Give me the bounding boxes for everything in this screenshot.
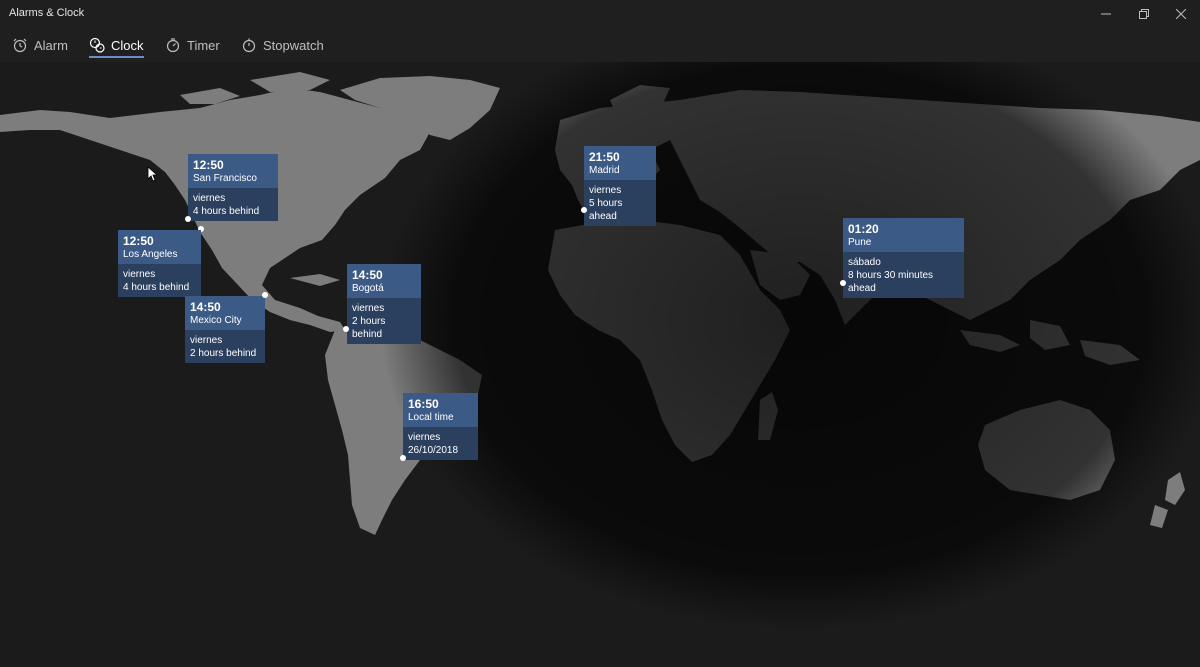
clock-time: 14:50 xyxy=(352,268,383,282)
clock-time: 21:50 xyxy=(589,150,620,164)
title-bar: Alarms & Clock xyxy=(0,0,1200,28)
clock-time: 16:50 xyxy=(408,397,439,411)
clock-offset: 2 hours behind xyxy=(190,348,257,359)
stopwatch-icon xyxy=(242,38,256,53)
clock-icon xyxy=(89,37,105,53)
clock-place: Local time xyxy=(408,412,454,423)
tab-timer-label: Timer xyxy=(187,37,220,53)
clock-card-san-francisco[interactable]: 12:50 San Francisco viernes 4 hours behind xyxy=(188,154,278,221)
minimize-icon xyxy=(1101,13,1111,15)
clock-time: 12:50 xyxy=(123,234,154,248)
nav-bar: Alarm Clock Timer Stopwatch xyxy=(0,28,1200,62)
mouse-cursor-icon xyxy=(147,166,157,182)
alarm-icon xyxy=(13,38,27,53)
clock-day: viernes xyxy=(190,335,223,346)
location-pin[interactable] xyxy=(343,326,349,332)
tab-timer[interactable]: Timer xyxy=(165,28,220,62)
location-pin[interactable] xyxy=(185,216,191,222)
close-icon xyxy=(1176,9,1186,19)
world-map[interactable]: 12:50 San Francisco viernes 4 hours behind… xyxy=(0,62,1200,667)
clock-day: sábado xyxy=(848,257,881,268)
location-pin[interactable] xyxy=(581,207,587,213)
clock-offset: 8 hours 30 minutes ahead xyxy=(848,270,934,294)
location-pin[interactable] xyxy=(400,455,406,461)
tab-clock-label: Clock xyxy=(111,37,144,53)
tab-clock[interactable]: Clock xyxy=(89,28,144,62)
clock-day: viernes xyxy=(352,303,385,314)
clock-offset: 4 hours behind xyxy=(193,206,260,217)
clock-card-madrid[interactable]: 21:50 Madrid viernes 5 hours ahead xyxy=(584,146,656,226)
clock-date: 26/10/2018 xyxy=(408,445,459,456)
clock-place: Mexico City xyxy=(190,315,242,326)
clock-place: San Francisco xyxy=(193,173,257,184)
clock-day: viernes xyxy=(193,193,226,204)
clock-time: 01:20 xyxy=(848,222,879,236)
clock-card-mexico-city[interactable]: 14:50 Mexico City viernes 2 hours behind xyxy=(185,296,265,363)
clock-time: 14:50 xyxy=(190,300,221,314)
location-pin[interactable] xyxy=(840,280,846,286)
tab-alarm[interactable]: Alarm xyxy=(12,28,68,62)
clock-offset: 4 hours behind xyxy=(123,282,190,293)
timer-icon xyxy=(166,38,180,53)
active-tab-indicator xyxy=(89,56,144,58)
location-pin[interactable] xyxy=(262,292,268,298)
clock-offset: 5 hours ahead xyxy=(589,198,623,222)
maximize-button[interactable] xyxy=(1125,0,1163,28)
clock-offset: 2 hours behind xyxy=(352,316,386,340)
clock-place: Madrid xyxy=(589,165,620,176)
clock-place: Bogotá xyxy=(352,283,384,294)
tab-stopwatch-label: Stopwatch xyxy=(263,37,324,53)
app-title: Alarms & Clock xyxy=(9,7,85,19)
minimize-button[interactable] xyxy=(1087,0,1125,28)
clock-day: viernes xyxy=(589,185,622,196)
clock-place: Pune xyxy=(848,237,872,248)
clock-card-bogota[interactable]: 14:50 Bogotá viernes 2 hours behind xyxy=(347,264,421,344)
restore-icon xyxy=(1139,9,1149,19)
clock-time: 12:50 xyxy=(193,158,224,172)
clock-card-los-angeles[interactable]: 12:50 Los Angeles viernes 4 hours behind xyxy=(118,230,201,297)
clock-day: viernes xyxy=(408,432,441,443)
clock-card-local-time[interactable]: 16:50 Local time viernes 26/10/2018 xyxy=(403,393,478,460)
clock-card-pune[interactable]: 01:20 Pune sábado 8 hours 30 minutes ahead xyxy=(843,218,964,298)
close-button[interactable] xyxy=(1162,0,1200,28)
tab-alarm-label: Alarm xyxy=(34,37,68,53)
clock-day: viernes xyxy=(123,269,156,280)
clock-place: Los Angeles xyxy=(123,249,178,260)
tab-stopwatch[interactable]: Stopwatch xyxy=(241,28,324,62)
